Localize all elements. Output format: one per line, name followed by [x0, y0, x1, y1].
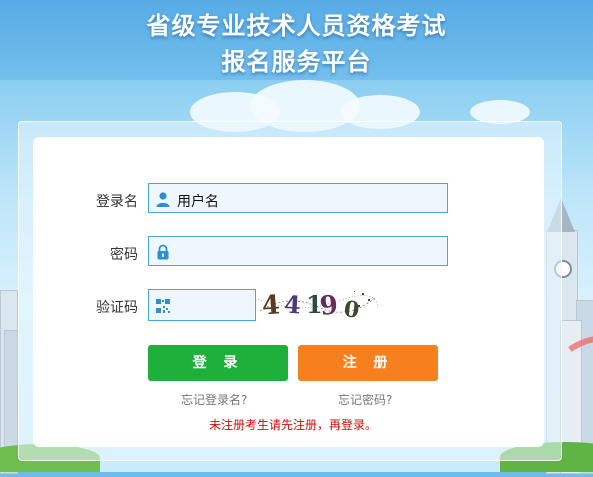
svg-text:0: 0 — [342, 296, 361, 321]
lock-icon — [157, 244, 169, 260]
username-label: 登录名 — [96, 194, 138, 210]
password-label: 密码 — [110, 247, 138, 263]
qr-code-icon — [156, 299, 170, 313]
svg-text:9: 9 — [318, 290, 339, 321]
username-input-value: 用户名 — [177, 194, 219, 210]
page-subtitle: 报名服务平台 — [221, 48, 372, 76]
svg-text:4: 4 — [261, 290, 281, 321]
user-icon — [156, 192, 170, 207]
svg-text:4: 4 — [283, 290, 301, 320]
login-button[interactable]: 登 录 — [148, 345, 288, 381]
username-field[interactable]: 用户名 — [148, 183, 448, 213]
forgot-password-link[interactable]: 忘记密码? — [338, 391, 392, 408]
captcha-label: 验证码 — [96, 300, 138, 316]
page-title: 省级专业技术人员资格考试 — [146, 12, 447, 40]
captcha-field[interactable] — [148, 289, 256, 321]
forgot-username-link[interactable]: 忘记登录名? — [181, 391, 247, 408]
register-button[interactable]: 注 册 — [298, 345, 438, 381]
password-field[interactable] — [148, 236, 448, 266]
captcha-image[interactable]: 4 4 1 9 0 — [258, 287, 378, 321]
register-notice: 未注册考生请先注册，再登录。 — [208, 418, 377, 432]
